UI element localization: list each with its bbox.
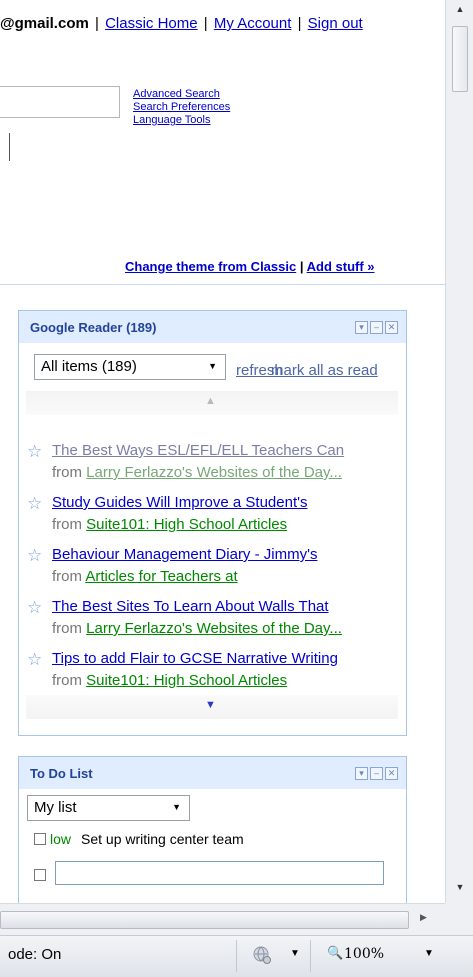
chevron-down-icon[interactable]: ▼ (424, 948, 434, 959)
source-link[interactable]: Suite101: High School Articles (86, 672, 287, 689)
status-bar: ode: On ▼ 🔍 100% ▼ (0, 935, 473, 977)
menu-dropdown-icon[interactable]: ▾ (355, 321, 368, 334)
language-tools-link[interactable]: Language Tools (133, 114, 210, 126)
horizontal-scrollbar[interactable]: ▶ (0, 903, 445, 935)
divider (236, 940, 237, 972)
from-label: from (52, 568, 82, 585)
from-label: from (52, 620, 82, 637)
separator: | (299, 259, 307, 274)
scroll-up-arrow-icon[interactable]: ▲ (446, 0, 473, 18)
new-task-checkbox[interactable] (34, 869, 46, 881)
item-title-link[interactable]: Study Guides Will Improve a Student's (52, 494, 307, 511)
item-source: from Suite101: High School Articles (52, 516, 287, 533)
scrollbar-thumb[interactable] (0, 911, 409, 929)
from-label: from (52, 464, 82, 481)
select-value: All items (189) (41, 358, 137, 375)
scroll-up-button[interactable]: ▲ (26, 391, 398, 415)
protected-mode-status: ode: On (8, 946, 62, 963)
internet-zone-icon[interactable] (252, 945, 272, 965)
search-preferences-link[interactable]: Search Preferences (133, 101, 230, 113)
from-label: from (52, 516, 82, 533)
scroll-right-arrow-icon[interactable]: ▶ (420, 912, 427, 923)
source-link[interactable]: Larry Ferlazzo's Websites of the Day... (86, 464, 342, 481)
new-task-row (34, 867, 50, 883)
todo-list-gadget: To Do List ▾ – ✕ My list ▼ low Set up wri… (18, 756, 407, 903)
list-item: ☆ Study Guides Will Improve a Student's … (27, 494, 402, 546)
google-reader-gadget: Google Reader (189) ▾ – ✕ All items (189… (18, 310, 407, 736)
account-email: @gmail.com (0, 15, 89, 32)
gadget-header[interactable]: Google Reader (189) ▾ – ✕ (19, 311, 406, 343)
source-link[interactable]: Suite101: High School Articles (86, 516, 287, 533)
minimize-icon[interactable]: – (370, 321, 383, 334)
vertical-scrollbar[interactable]: ▲ ▼ (445, 0, 473, 903)
item-title-link[interactable]: The Best Ways ESL/EFL/ELL Teachers Can (52, 442, 344, 459)
source-link[interactable]: Larry Ferlazzo's Websites of the Day... (86, 620, 342, 637)
search-links: Advanced Search Search Preferences Langu… (133, 88, 230, 127)
source-link[interactable]: Articles for Teachers at (85, 568, 237, 585)
classic-home-link[interactable]: Classic Home (105, 15, 198, 32)
add-stuff-link[interactable]: Add stuff » (307, 259, 375, 274)
separator: | (95, 15, 104, 32)
theme-bar: Change theme from Classic | Add stuff » (125, 259, 375, 274)
new-task-input[interactable] (55, 861, 384, 885)
chevron-down-icon: ▼ (208, 361, 217, 371)
chevron-down-icon: ▼ (172, 802, 181, 812)
gadget-title: Google Reader (189) (30, 320, 157, 335)
item-source: from Larry Ferlazzo's Websites of the Da… (52, 464, 342, 481)
search-input[interactable] (0, 86, 120, 118)
scroll-down-button[interactable]: ▼ (26, 695, 398, 719)
task-checkbox[interactable] (34, 833, 46, 845)
change-theme-link[interactable]: Change theme from Classic (125, 259, 296, 274)
triangle-up-icon: ▲ (205, 395, 216, 407)
reader-filter-select[interactable]: All items (189) ▼ (34, 354, 226, 380)
task-row: low Set up writing center team (34, 831, 244, 847)
zoom-icon[interactable]: 🔍 (327, 945, 343, 961)
close-icon[interactable]: ✕ (385, 321, 398, 334)
scrollbar-corner (445, 903, 473, 935)
divider (0, 284, 445, 285)
star-icon[interactable]: ☆ (27, 547, 42, 564)
list-select[interactable]: My list ▼ (27, 795, 190, 821)
gadget-controls: ▾ – ✕ (355, 767, 398, 780)
task-text[interactable]: Set up writing center team (81, 831, 244, 847)
gadget-header[interactable]: To Do List ▾ – ✕ (19, 757, 406, 789)
sign-out-link[interactable]: Sign out (308, 15, 363, 32)
from-label: from (52, 672, 82, 689)
item-title-link[interactable]: The Best Sites To Learn About Walls That (52, 598, 329, 615)
mark-all-read-link[interactable]: mark all as read (271, 362, 378, 379)
gadget-title: To Do List (30, 766, 93, 781)
minimize-icon[interactable]: – (370, 767, 383, 780)
triangle-down-icon: ▼ (205, 699, 216, 711)
item-title-link[interactable]: Behaviour Management Diary - Jimmy's (52, 546, 317, 563)
separator: | (203, 15, 212, 32)
reader-item-list: ☆ The Best Ways ESL/EFL/ELL Teachers Can… (27, 442, 402, 702)
advanced-search-link[interactable]: Advanced Search (133, 88, 220, 100)
item-source: from Larry Ferlazzo's Websites of the Da… (52, 620, 342, 637)
select-value: My list (34, 799, 77, 816)
user-bar: @gmail.com | Classic Home | My Account |… (0, 15, 363, 32)
star-icon[interactable]: ☆ (27, 495, 42, 512)
zoom-level[interactable]: 100% (344, 946, 384, 962)
star-icon[interactable]: ☆ (27, 599, 42, 616)
scrollbar-thumb[interactable] (452, 26, 468, 92)
close-icon[interactable]: ✕ (385, 767, 398, 780)
page-viewport: @gmail.com | Classic Home | My Account |… (0, 0, 445, 903)
item-title-link[interactable]: Tips to add Flair to GCSE Narrative Writ… (52, 650, 338, 667)
my-account-link[interactable]: My Account (214, 15, 292, 32)
separator: | (297, 15, 306, 32)
list-item: ☆ The Best Ways ESL/EFL/ELL Teachers Can… (27, 442, 402, 494)
gadget-controls: ▾ – ✕ (355, 321, 398, 334)
menu-dropdown-icon[interactable]: ▾ (355, 767, 368, 780)
star-icon[interactable]: ☆ (27, 443, 42, 460)
item-source: from Articles for Teachers at (52, 568, 238, 585)
list-item: ☆ The Best Sites To Learn About Walls Th… (27, 598, 402, 650)
star-icon[interactable]: ☆ (27, 651, 42, 668)
priority-label[interactable]: low (50, 831, 71, 847)
divider (310, 940, 311, 972)
item-source: from Suite101: High School Articles (52, 672, 287, 689)
scroll-down-arrow-icon[interactable]: ▼ (446, 878, 473, 896)
search-button[interactable] (0, 133, 10, 161)
list-item: ☆ Behaviour Management Diary - Jimmy's f… (27, 546, 402, 598)
chevron-down-icon[interactable]: ▼ (290, 948, 300, 959)
